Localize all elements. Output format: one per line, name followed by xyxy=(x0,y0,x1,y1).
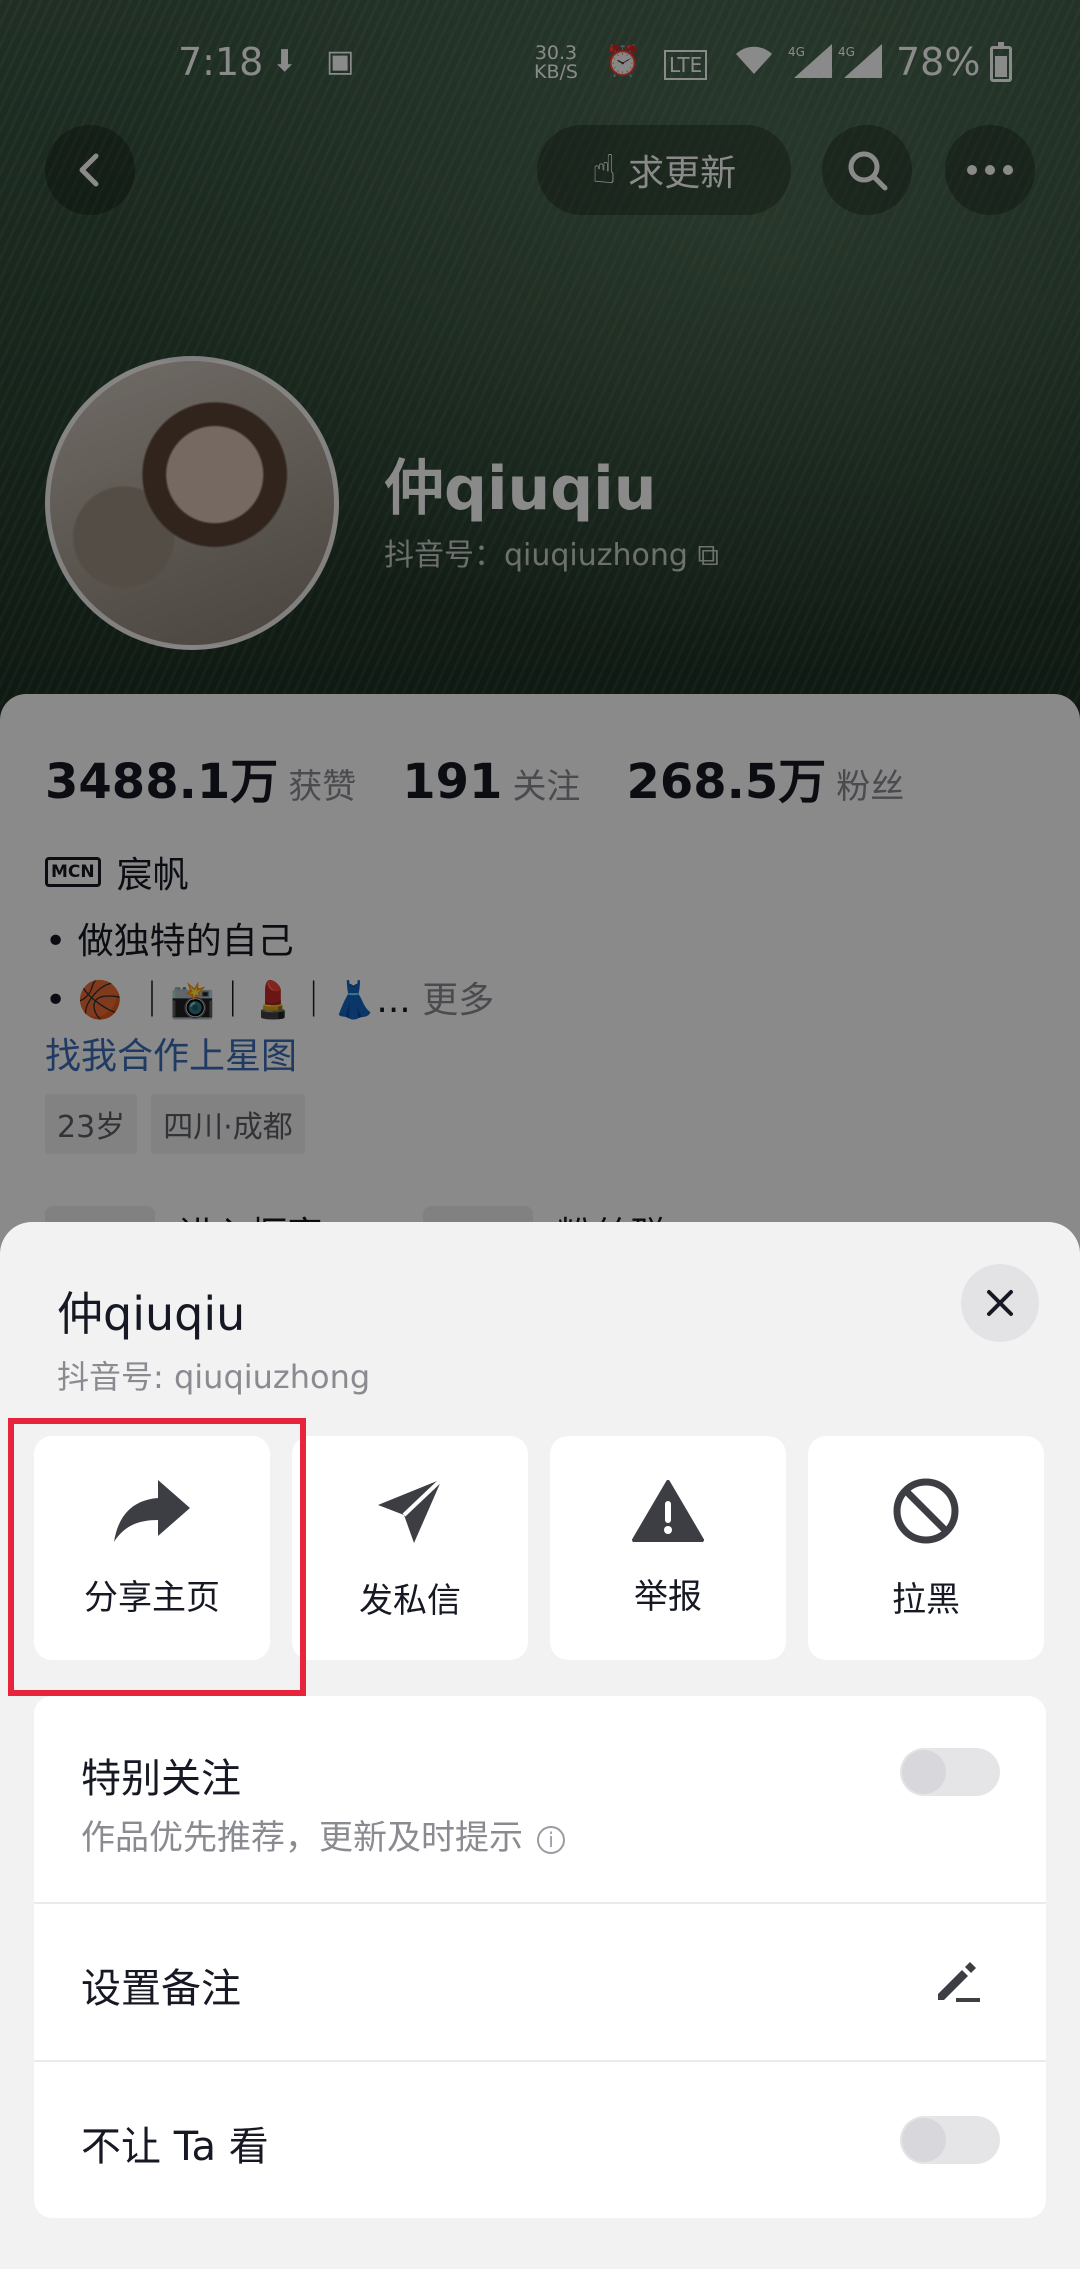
send-message-button[interactable]: 发私信 xyxy=(292,1436,528,1660)
pencil-icon xyxy=(938,1962,980,2002)
set-remark-row[interactable]: 设置备注 xyxy=(34,1904,1046,2060)
toggle-knob xyxy=(902,2118,946,2162)
info-icon[interactable]: i xyxy=(537,1825,565,1854)
share-profile-highlight-box xyxy=(8,1418,306,1696)
paper-plane-icon xyxy=(378,1477,444,1543)
block-icon xyxy=(893,1478,959,1543)
sheet-settings-list: 特别关注 作品优先推荐，更新及时提示 i 设置备注 不让 Ta 看 xyxy=(34,1696,1046,2218)
sheet-title: 仲qiuqiu xyxy=(57,1287,246,1341)
sheet-douyin-id: 抖音号: qiuqiuzhong xyxy=(57,1358,371,1396)
close-icon xyxy=(987,1290,1013,1316)
hide-from-row[interactable]: 不让 Ta 看 xyxy=(34,2062,1046,2218)
special-follow-title: 特别关注 xyxy=(81,1756,241,1802)
send-message-label: 发私信 xyxy=(359,1580,461,1621)
close-button[interactable] xyxy=(961,1264,1039,1342)
report-label: 举报 xyxy=(634,1576,702,1617)
special-follow-toggle[interactable] xyxy=(900,1748,1000,1796)
hide-from-toggle[interactable] xyxy=(900,2116,1000,2164)
set-remark-title: 设置备注 xyxy=(81,1966,241,2012)
report-button[interactable]: 举报 xyxy=(550,1436,786,1660)
hide-from-title: 不让 Ta 看 xyxy=(81,2124,269,2170)
profile-action-sheet: 仲qiuqiu 抖音号: qiuqiuzhong 分享主页 发私信 举报 拉黑 … xyxy=(0,1222,1080,2269)
block-label: 拉黑 xyxy=(892,1579,960,1620)
special-follow-subtitle: 作品优先推荐，更新及时提示 i xyxy=(81,1810,565,1859)
block-button[interactable]: 拉黑 xyxy=(808,1436,1044,1660)
warning-icon xyxy=(632,1479,704,1542)
toggle-knob xyxy=(902,1750,946,1794)
special-follow-row[interactable]: 特别关注 作品优先推荐，更新及时提示 i xyxy=(34,1696,1046,1902)
